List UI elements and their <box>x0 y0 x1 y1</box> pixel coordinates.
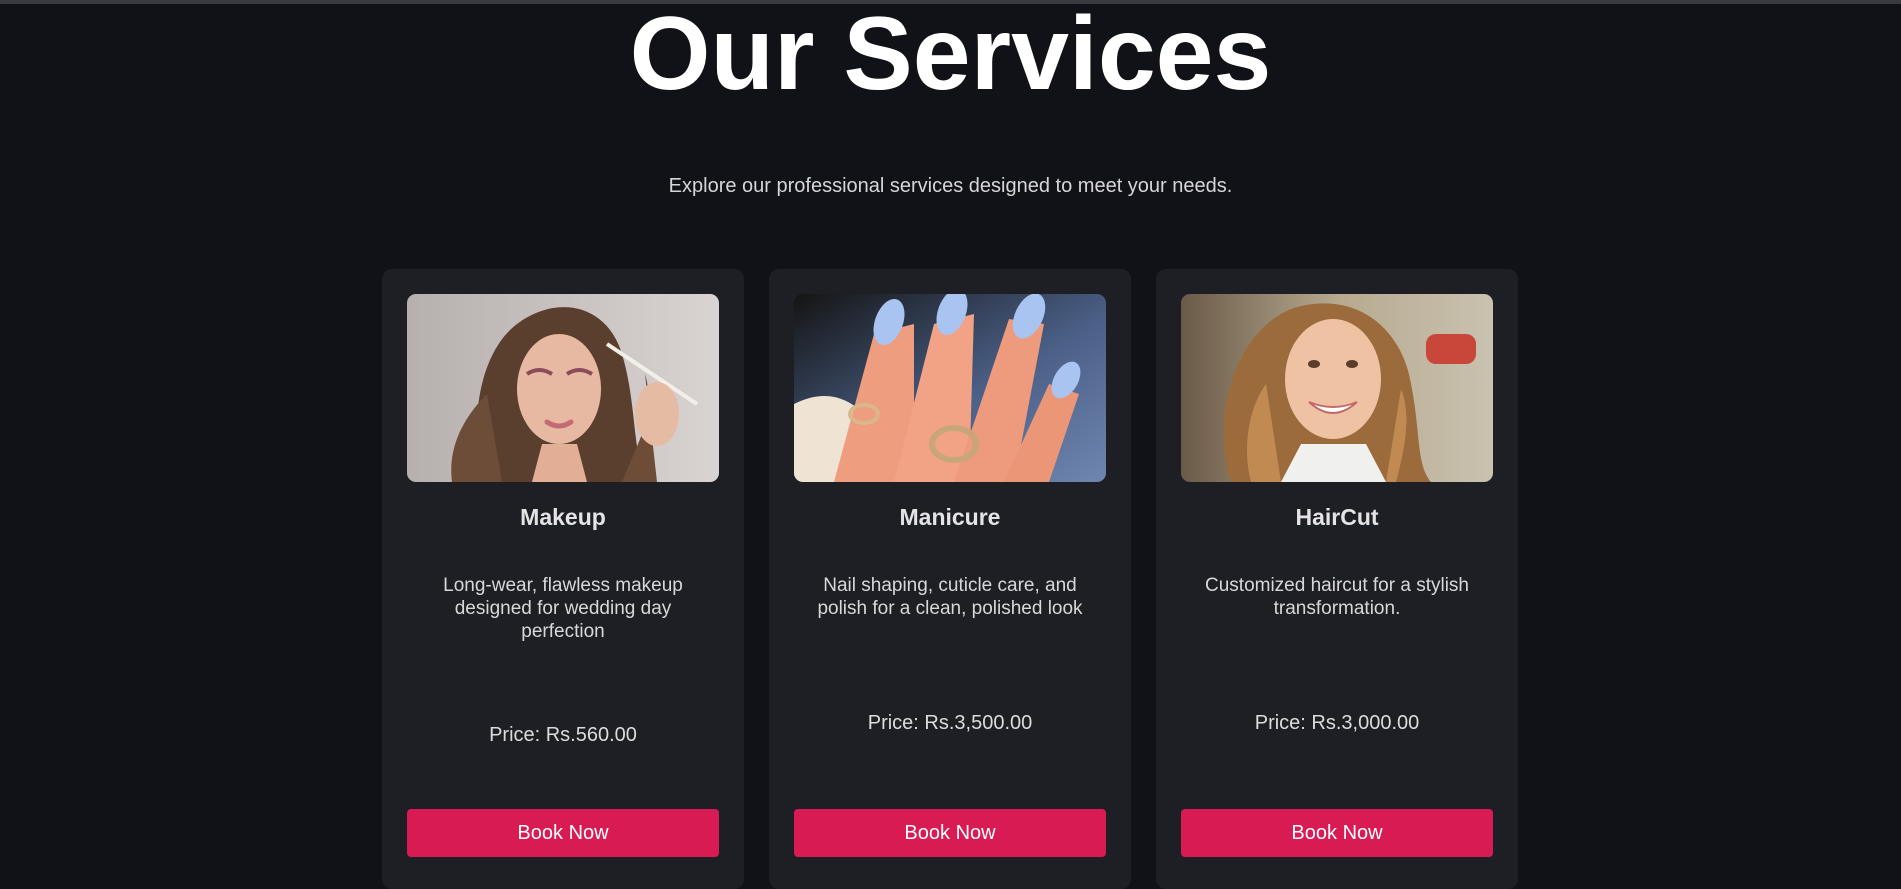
book-now-button[interactable]: Book Now <box>1181 809 1493 857</box>
book-now-button[interactable]: Book Now <box>794 809 1106 857</box>
service-description: Customized haircut for a stylish transfo… <box>1205 575 1469 619</box>
makeup-image <box>407 294 719 482</box>
book-now-button[interactable]: Book Now <box>407 809 719 857</box>
service-price: Price: Rs.560.00 <box>489 724 637 746</box>
service-price: Price: Rs.3,000.00 <box>1254 712 1420 734</box>
service-description: Nail shaping, cuticle care, and polish f… <box>817 575 1083 619</box>
page-title: Our Services <box>629 0 1272 112</box>
page-subtitle: Explore our professional services design… <box>668 175 1233 197</box>
service-title: HairCut <box>1295 504 1379 530</box>
haircut-image <box>1181 294 1493 482</box>
service-price: Price: Rs.3,500.00 <box>867 712 1033 734</box>
manicure-image <box>794 294 1106 482</box>
service-description: Long-wear, flawless makeup designed for … <box>443 575 683 642</box>
service-title: Makeup <box>520 504 606 530</box>
service-card-manicure: Manicure Nail shaping, cuticle care, and… <box>769 269 1131 889</box>
service-card-makeup: Makeup Long-wear, flawless makeup design… <box>382 269 744 889</box>
services-grid: Makeup Long-wear, flawless makeup design… <box>382 269 1519 889</box>
service-card-haircut: HairCut Customized haircut for a stylish… <box>1156 269 1518 889</box>
service-title: Manicure <box>899 504 1001 530</box>
